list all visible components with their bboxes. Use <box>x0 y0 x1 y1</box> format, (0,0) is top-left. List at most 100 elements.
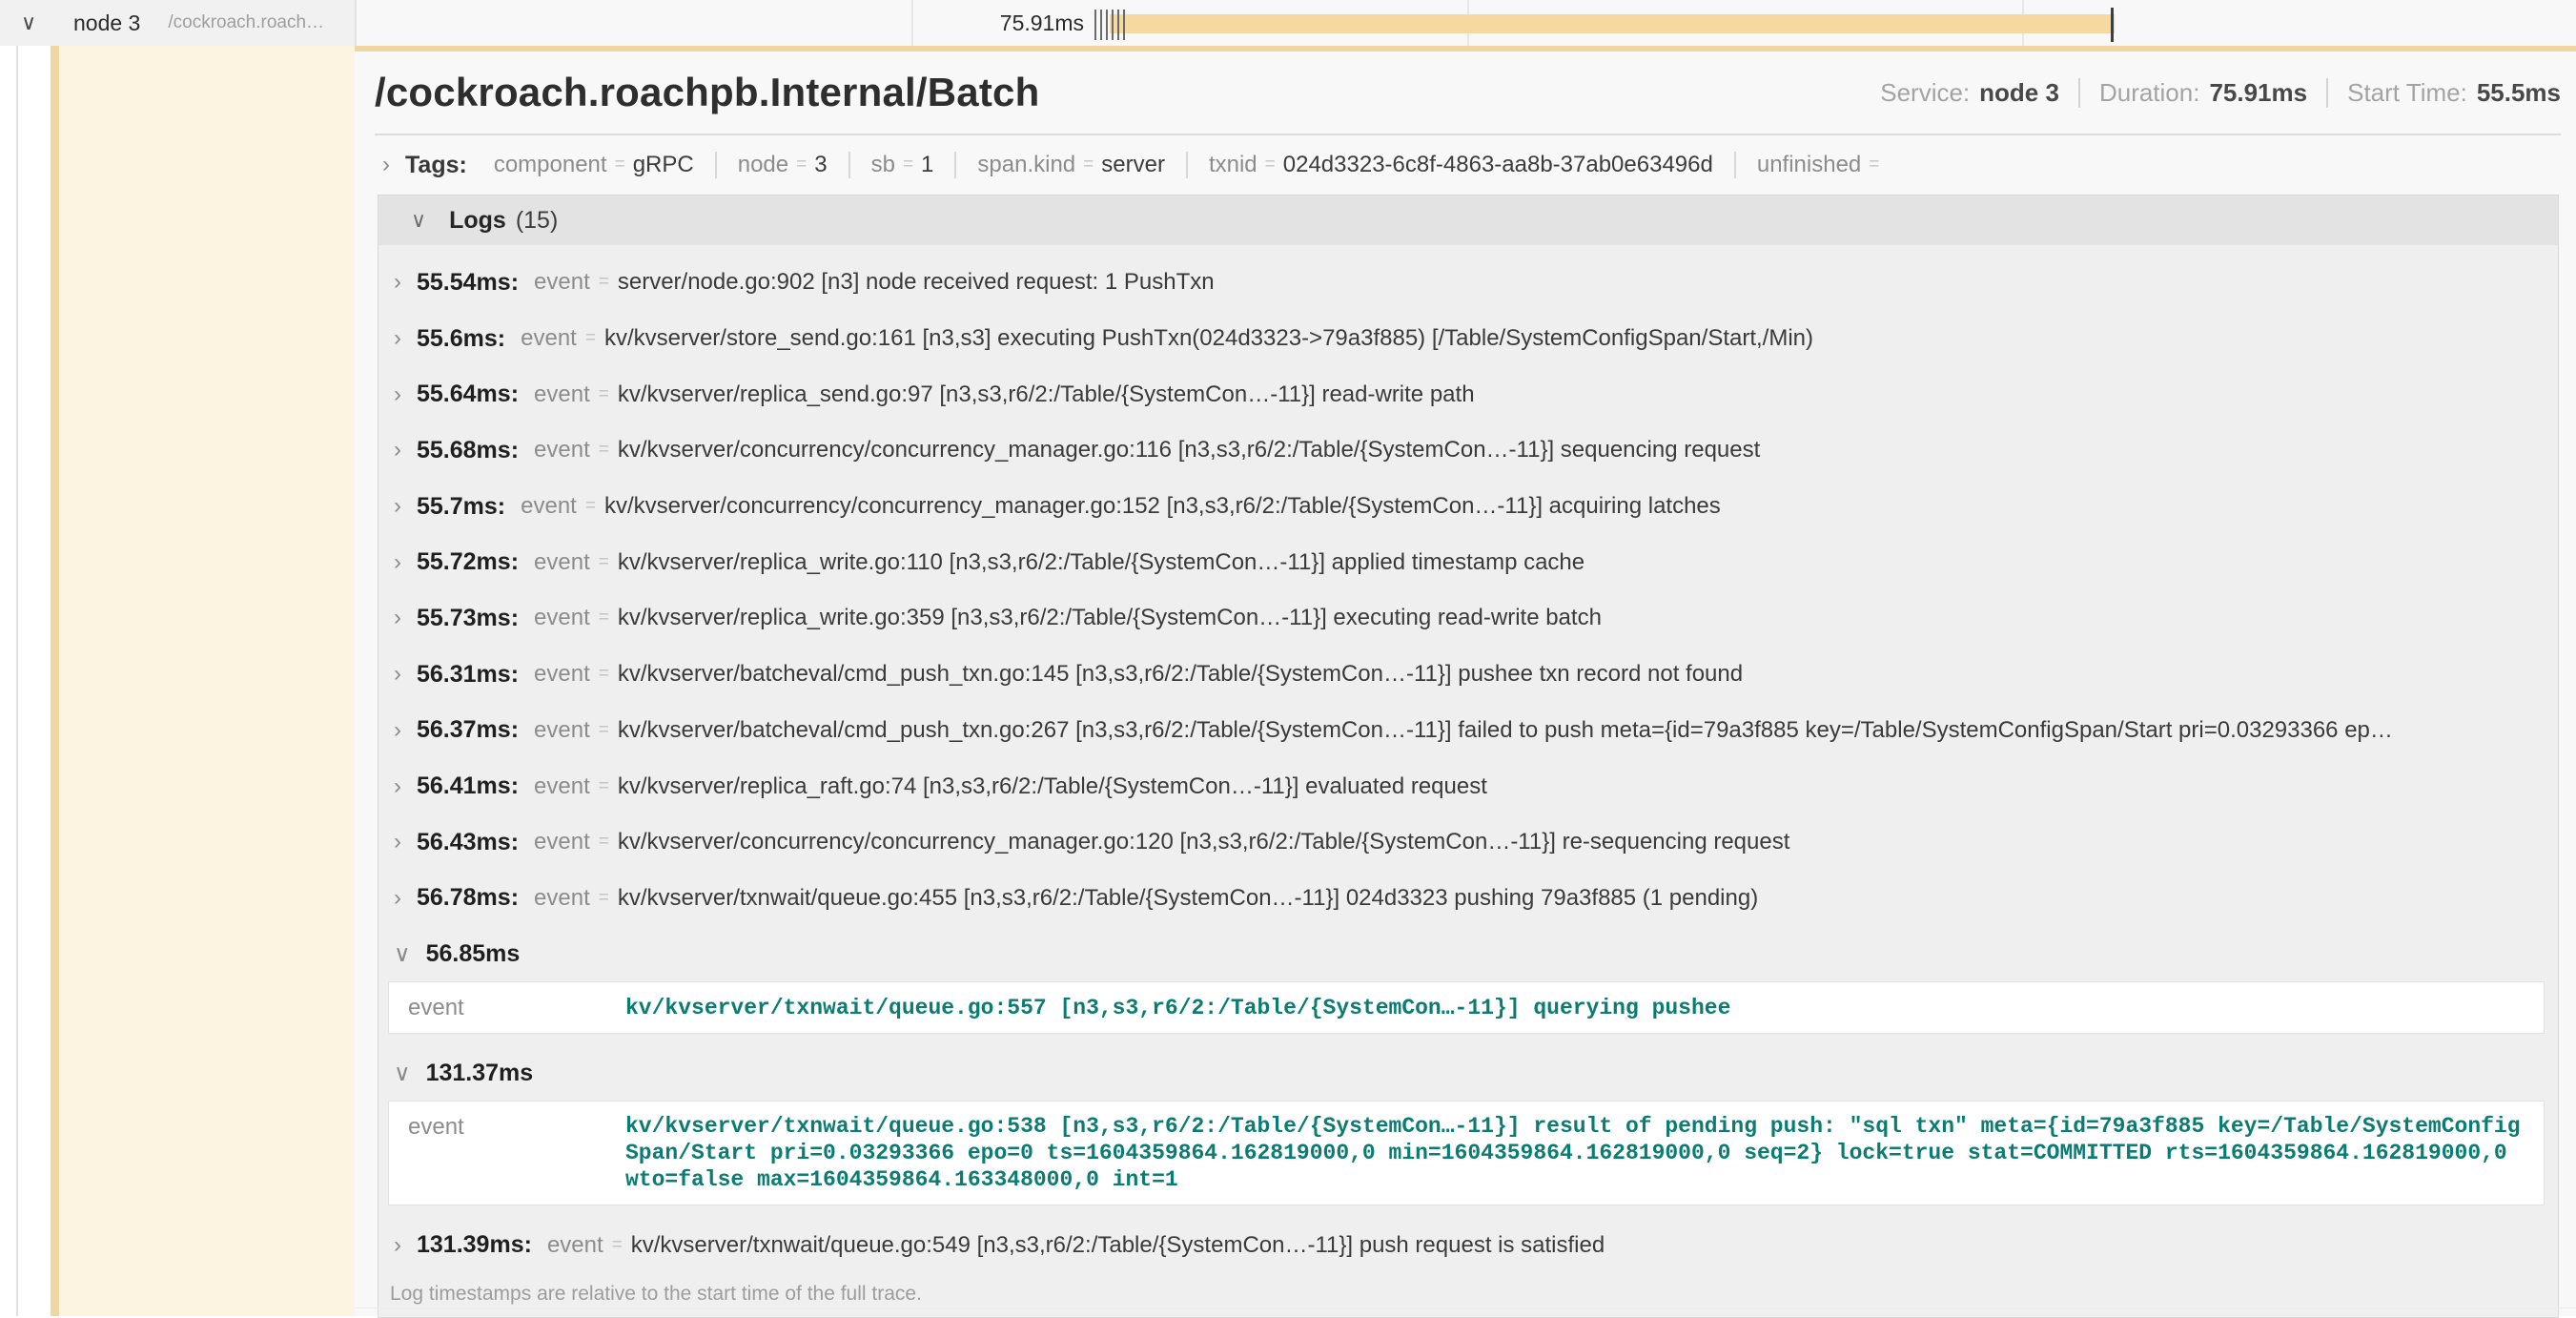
log-message: kv/kvserver/replica_send.go:97 [n3,s3,r6… <box>618 381 1475 408</box>
log-timestamp: 56.31ms: <box>417 661 519 689</box>
log-entry[interactable]: › 55.7ms: event = kv/kvserver/concurrenc… <box>378 479 2558 535</box>
log-field-key: event <box>408 1113 625 1193</box>
tag-key: node <box>738 152 788 178</box>
log-entry-header[interactable]: ∨ 56.85ms <box>378 926 2558 981</box>
log-detail-box: event kv/kvserver/txnwait/queue.go:538 [… <box>388 1101 2545 1205</box>
meta-label: Service: <box>1880 78 1970 108</box>
log-message: server/node.go:902 [n3] node received re… <box>618 269 1215 296</box>
log-field-key: event <box>534 605 590 631</box>
log-marker <box>1117 10 1119 40</box>
chevron-right-icon: › <box>394 549 401 576</box>
log-entry[interactable]: › 55.6ms: event = kv/kvserver/store_send… <box>378 311 2558 367</box>
tag-item: node = 3 <box>715 152 848 178</box>
log-marker <box>1094 10 1096 40</box>
span-detail-panel: /cockroach.roachpb.Internal/Batch Servic… <box>355 46 2576 1316</box>
log-entry[interactable]: › 131.39ms: event = kv/kvserver/txnwait/… <box>378 1217 2558 1273</box>
span-color-stripe <box>51 0 59 1316</box>
log-entry[interactable]: › 56.43ms: event = kv/kvserver/concurren… <box>378 814 2558 871</box>
span-detail-meta: Service: node 3 Duration: 75.91ms Start … <box>1880 78 2561 108</box>
log-field-key: event <box>534 661 590 688</box>
span-name[interactable]: node 3 /cockroach.roach… <box>73 0 324 46</box>
chevron-down-icon: ∨ <box>394 940 411 968</box>
equals-sign: = <box>599 776 609 797</box>
tag-value: 1 <box>921 152 933 178</box>
log-message: kv/kvserver/concurrency/concurrency_mana… <box>618 437 1760 463</box>
span-duration-label: 75.91ms <box>893 0 1084 46</box>
log-message: kv/kvserver/txnwait/queue.go:455 [n3,s3,… <box>618 885 1758 912</box>
meta-label: Start Time: <box>2347 78 2467 108</box>
tag-key: component <box>494 152 607 178</box>
tag-value: gRPC <box>633 152 694 178</box>
log-entry[interactable]: › 55.64ms: event = kv/kvserver/replica_s… <box>378 366 2558 422</box>
log-message: kv/kvserver/replica_write.go:359 [n3,s3,… <box>618 605 1602 631</box>
log-timestamp: 55.73ms: <box>417 605 519 632</box>
log-entry[interactable]: › 55.72ms: event = kv/kvserver/replica_w… <box>378 534 2558 590</box>
log-timestamp: 56.41ms: <box>417 772 519 800</box>
log-timestamp: 55.54ms: <box>417 269 519 297</box>
log-timestamp: 55.7ms: <box>417 493 505 521</box>
log-timestamp: 56.85ms <box>426 940 521 968</box>
tags-row: › Tags: component = gRPC node = 3 sb = 1… <box>375 135 2561 195</box>
equals-sign: = <box>796 154 807 175</box>
log-timestamp: 56.37ms: <box>417 716 519 744</box>
tag-item: unfinished = <box>1734 152 1909 178</box>
log-timestamp: 55.64ms: <box>417 381 519 408</box>
equals-sign: = <box>1265 154 1276 175</box>
log-field-key: event <box>521 493 577 520</box>
log-marker <box>1106 10 1108 40</box>
log-entry-header[interactable]: ∨ 131.37ms <box>378 1045 2558 1101</box>
equals-sign: = <box>585 496 596 517</box>
equals-sign: = <box>615 154 625 175</box>
span-duration-bar[interactable] <box>1110 14 2115 33</box>
log-entry[interactable]: › 55.54ms: event = server/node.go:902 [n… <box>378 255 2558 311</box>
log-message: kv/kvserver/concurrency/concurrency_mana… <box>618 829 1790 855</box>
log-field-key: event <box>534 269 590 296</box>
log-field-key: event <box>521 325 577 352</box>
equals-sign: = <box>599 888 609 909</box>
span-indent-guide <box>59 46 355 1316</box>
equals-sign: = <box>599 384 609 405</box>
log-entry[interactable]: › 56.41ms: event = kv/kvserver/replica_r… <box>378 758 2558 814</box>
log-timestamp: 131.37ms <box>426 1060 534 1087</box>
tag-key: unfinished <box>1757 152 1861 178</box>
tag-value: 024d3323-6c8f-4863-aa8b-37ab0e63496d <box>1283 152 1713 178</box>
log-timestamp: 55.72ms: <box>417 548 519 576</box>
tag-item: component = gRPC <box>494 152 715 178</box>
tags-label: Tags: <box>405 152 467 179</box>
log-marker <box>1112 10 1114 40</box>
collapse-chevron-icon[interactable]: ∨ <box>21 10 36 35</box>
tags-accordion-toggle[interactable]: › Tags: <box>375 152 494 179</box>
log-entry[interactable]: › 55.68ms: event = kv/kvserver/concurren… <box>378 422 2558 479</box>
logs-header[interactable]: ∨ Logs (15) <box>378 196 2558 245</box>
log-detail-box: event kv/kvserver/txnwait/queue.go:557 [… <box>388 981 2545 1034</box>
log-marker-end <box>2111 8 2114 42</box>
log-timestamp: 55.68ms: <box>417 437 519 464</box>
equals-sign: = <box>1869 154 1879 175</box>
log-entry[interactable]: › 55.73ms: event = kv/kvserver/replica_w… <box>378 590 2558 647</box>
log-field-key: event <box>534 773 590 800</box>
tag-value: 3 <box>814 152 827 178</box>
span-operation-name: /cockroach.roach… <box>168 12 324 33</box>
log-marker <box>1123 10 1125 40</box>
log-message: kv/kvserver/txnwait/queue.go:557 [n3,s3,… <box>625 995 2521 1021</box>
span-detail-title: /cockroach.roachpb.Internal/Batch <box>375 70 1039 115</box>
log-entry[interactable]: › 56.37ms: event = kv/kvserver/batcheval… <box>378 703 2558 759</box>
equals-sign: = <box>599 440 609 461</box>
logs-count: (15) <box>516 207 558 235</box>
log-field-key: event <box>534 829 590 855</box>
log-entry[interactable]: › 56.78ms: event = kv/kvserver/txnwait/q… <box>378 871 2558 927</box>
meta-start-time: Start Time: 55.5ms <box>2326 78 2561 108</box>
chevron-down-icon: ∨ <box>394 1060 411 1087</box>
trace-span-row[interactable]: ∨ node 3 /cockroach.roach… 75.91ms <box>0 0 2576 46</box>
equals-sign: = <box>903 154 913 175</box>
log-entry[interactable]: › 56.31ms: event = kv/kvserver/batcheval… <box>378 647 2558 703</box>
equals-sign: = <box>599 664 609 685</box>
tag-item: sb = 1 <box>848 152 955 178</box>
log-timestamp: 56.43ms: <box>417 829 519 856</box>
log-marker <box>1100 10 1102 40</box>
log-message: kv/kvserver/store_send.go:161 [n3,s3] ex… <box>604 325 1813 352</box>
equals-sign: = <box>599 552 609 573</box>
chevron-right-icon: › <box>394 493 401 520</box>
meta-value: 75.91ms <box>2209 78 2307 108</box>
log-field-key: event <box>534 437 590 463</box>
